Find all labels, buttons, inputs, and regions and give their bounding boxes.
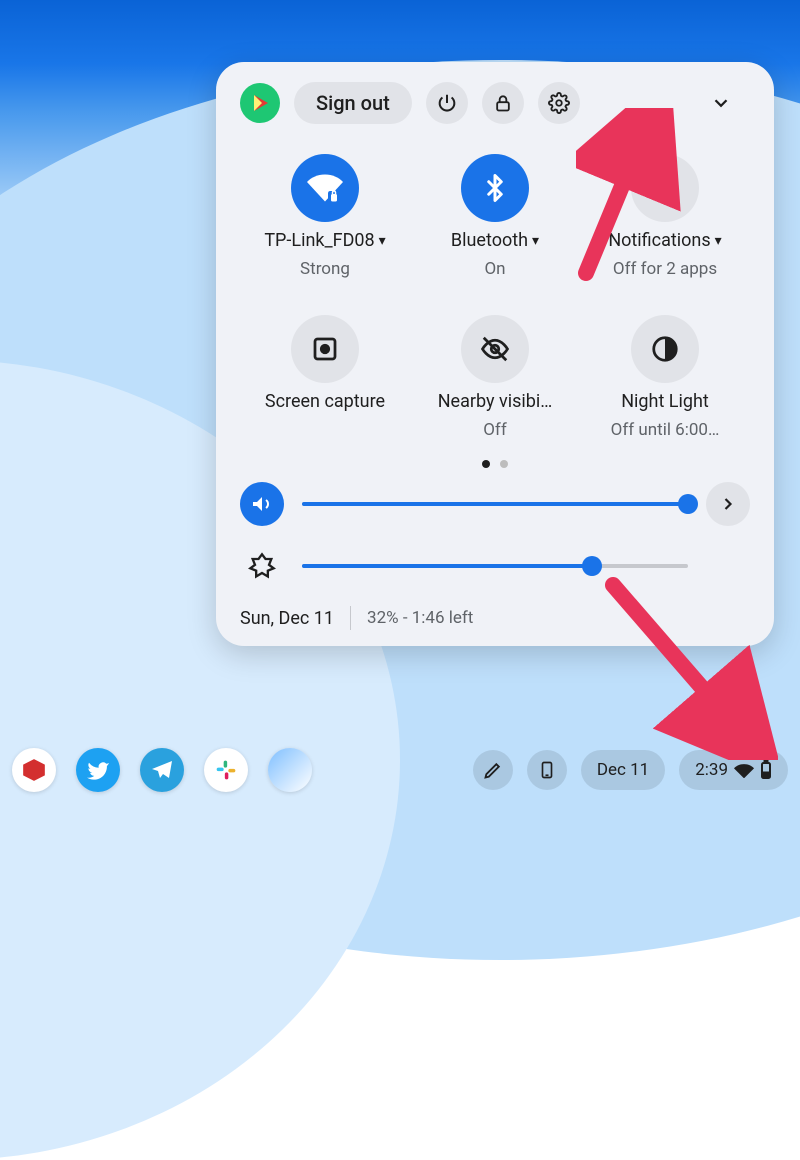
brightness-slider-row [240,544,750,588]
page-dot-1 [482,460,490,468]
screen-capture-icon [291,315,359,383]
brightness-icon[interactable] [240,544,284,588]
tile-night-light[interactable]: Night Light Off until 6:00… [580,315,750,440]
audio-settings-button[interactable] [706,482,750,526]
divider [350,606,351,630]
tile-nearby-sub: Off [483,420,507,440]
quick-settings-panel: Sign out TP-Link_FD08▾ Strong Bluet [216,62,774,646]
sign-out-button[interactable]: Sign out [294,82,412,124]
tile-wifi-title: TP-Link_FD08▾ [264,230,385,251]
tile-notifications[interactable]: Notifications▾ Off for 2 apps [580,154,750,279]
tile-nearby-title: Nearby visibi… [438,391,553,412]
shelf-app-5[interactable] [268,748,312,792]
footer-date: Sun, Dec 11 [240,608,334,629]
tile-wifi[interactable]: TP-Link_FD08▾ Strong [240,154,410,279]
volume-icon[interactable] [240,482,284,526]
tile-nearby-visibility[interactable]: Nearby visibi… Off [410,315,580,440]
visibility-off-icon [461,315,529,383]
shelf-date-chip[interactable]: Dec 11 [581,750,665,790]
tile-notifications-title: Notifications▾ [608,230,721,251]
shelf-app-telegram[interactable] [140,748,184,792]
tile-bluetooth-sub: On [484,259,505,279]
tile-screen-capture[interactable]: Screen capture [240,315,410,440]
power-button[interactable] [426,82,468,124]
tile-notifications-sub: Off for 2 apps [613,259,717,279]
lock-button[interactable] [482,82,524,124]
wifi-icon [291,154,359,222]
panel-header: Sign out [240,82,750,124]
volume-slider[interactable] [302,502,688,506]
wifi-status-icon [734,762,754,778]
shelf: Dec 11 2:39 [0,740,800,800]
battery-status-icon [760,760,772,780]
shelf-right: Dec 11 2:39 [473,750,788,790]
user-avatar[interactable] [240,83,280,123]
footer-battery: 32% - 1:46 left [367,608,473,628]
panel-footer: Sun, Dec 11 32% - 1:46 left [240,606,750,630]
shelf-app-twitter[interactable] [76,748,120,792]
volume-slider-row [240,482,750,526]
night-light-icon [631,315,699,383]
shelf-app-slack[interactable] [204,748,248,792]
tile-night-light-sub: Off until 6:00… [611,420,720,440]
shelf-time: 2:39 [695,760,728,780]
shelf-app-1[interactable] [12,748,56,792]
tile-wifi-sub: Strong [300,259,350,279]
quick-settings-grid: TP-Link_FD08▾ Strong Bluetooth▾ On Notif… [240,154,750,440]
collapse-button[interactable] [710,92,750,114]
shelf-phone-hub-button[interactable] [527,750,567,790]
tile-screen-capture-title: Screen capture [265,391,385,412]
tile-bluetooth[interactable]: Bluetooth▾ On [410,154,580,279]
shelf-stylus-button[interactable] [473,750,513,790]
dnd-icon [631,154,699,222]
bluetooth-icon [461,154,529,222]
shelf-status-area[interactable]: 2:39 [679,750,788,790]
tile-night-light-title: Night Light [621,391,709,412]
page-dot-2 [500,460,508,468]
shelf-date-text: Dec 11 [597,760,649,780]
tile-bluetooth-title: Bluetooth▾ [451,230,539,251]
shelf-apps [12,748,312,792]
brightness-slider[interactable] [302,564,688,568]
settings-button[interactable] [538,82,580,124]
page-indicator[interactable] [240,460,750,468]
